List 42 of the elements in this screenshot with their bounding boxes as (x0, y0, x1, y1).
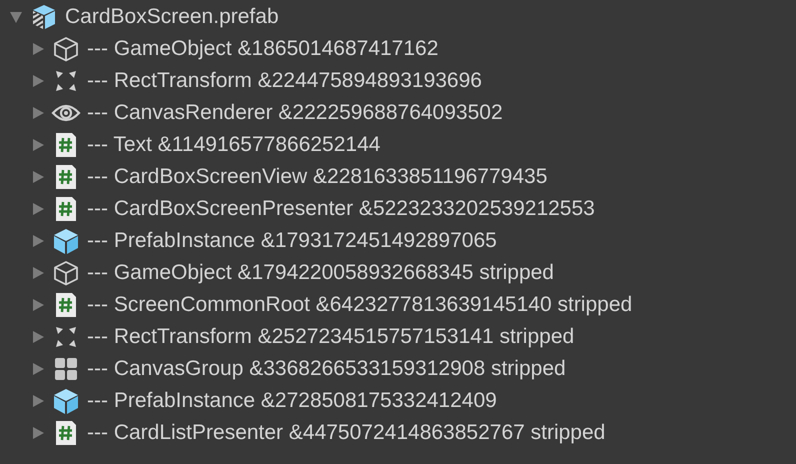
tree-item-label[interactable]: --- GameObject &1865014687417162 (87, 33, 438, 65)
tree-item-label[interactable]: --- RectTransform &224475894893193696 (87, 65, 482, 97)
caret-icon[interactable] (31, 41, 45, 57)
tree-item-label[interactable]: --- PrefabInstance &2728508175332412409 (87, 385, 497, 417)
caret-icon[interactable] (31, 233, 45, 249)
caret-icon[interactable] (9, 9, 23, 25)
tree-item-label[interactable]: --- PrefabInstance &1793172451492897065 (87, 225, 497, 257)
tree-item-label[interactable]: --- CardListPresenter &4475072414863852767 stripped (87, 417, 606, 449)
grid-icon (53, 356, 79, 382)
tree-item-label[interactable]: --- CanvasGroup &3368266533159312908 stripped (87, 353, 566, 385)
caret-icon[interactable] (31, 329, 45, 345)
prefab-cube-icon (53, 388, 79, 414)
cube-outline-icon (53, 260, 79, 286)
tree-item-label[interactable]: CardBoxScreen.prefab (65, 1, 279, 33)
tree-item-label[interactable]: --- CardBoxScreenPresenter &5223233202539212553 (87, 193, 595, 225)
cube-outline-icon (53, 36, 79, 62)
caret-icon[interactable] (31, 297, 45, 313)
script-file-icon (54, 420, 78, 446)
caret-icon[interactable] (31, 361, 45, 377)
caret-icon[interactable] (31, 73, 45, 89)
tree-item-label[interactable]: --- GameObject &1794220058932668345 stripped (87, 257, 554, 289)
caret-icon[interactable] (31, 169, 45, 185)
rect-transform-icon (53, 324, 79, 350)
caret-icon[interactable] (31, 201, 45, 217)
caret-icon[interactable] (31, 265, 45, 281)
eye-icon (51, 102, 81, 124)
tree-item-label[interactable]: --- ScreenCommonRoot &6423277813639145140 stripped (87, 289, 632, 321)
prefab-cube-icon (53, 228, 79, 254)
script-file-icon (54, 164, 78, 190)
tree-item-label[interactable]: --- RectTransform &2527234515757153141 stripped (87, 321, 574, 353)
script-file-icon (54, 132, 78, 158)
tree-item-label[interactable]: --- Text &114916577866252144 (87, 129, 380, 161)
caret-icon[interactable] (31, 137, 45, 153)
prefab-asset-icon (31, 4, 57, 30)
rect-transform-icon (53, 68, 79, 94)
caret-icon[interactable] (31, 425, 45, 441)
script-file-icon (54, 292, 78, 318)
caret-icon[interactable] (31, 105, 45, 121)
tree-item-label[interactable]: --- CanvasRenderer &222259688764093502 (87, 97, 503, 129)
tree-item-label[interactable]: --- CardBoxScreenView &2281633851196779435 (87, 161, 548, 193)
script-file-icon (54, 196, 78, 222)
caret-icon[interactable] (31, 393, 45, 409)
